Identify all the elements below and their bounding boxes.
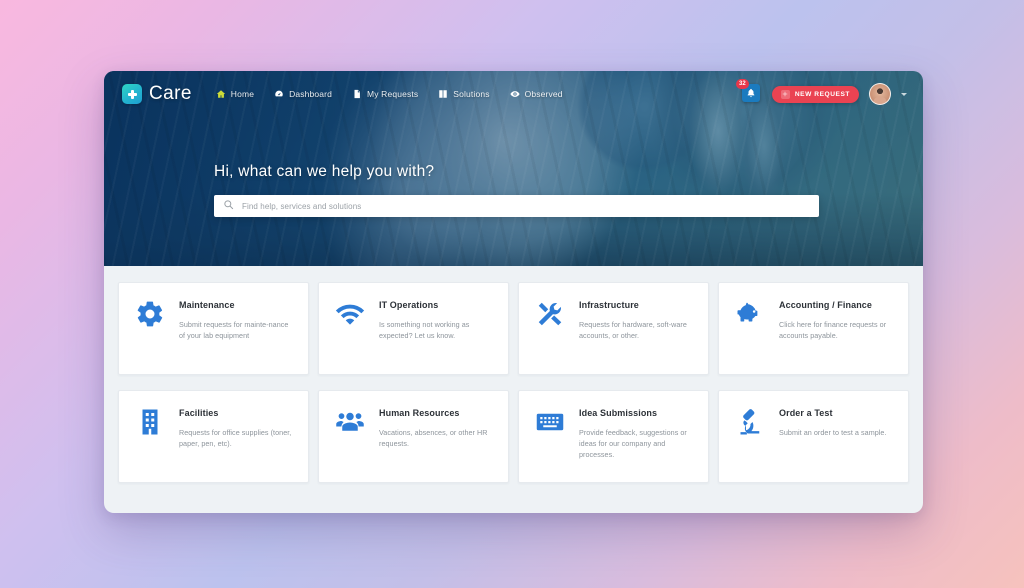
catalog-card-it-operations[interactable]: IT Operations Is something not working a… xyxy=(318,282,509,375)
app-window: Care Home Dashboard My Requests Solution… xyxy=(104,71,923,513)
brand-name: Care xyxy=(149,83,192,104)
avatar[interactable] xyxy=(869,83,891,105)
card-title: Idea Submissions xyxy=(579,408,658,418)
catalog-card-order-a-test[interactable]: Order a Test Submit an order to test a s… xyxy=(718,390,909,483)
catalog-card-facilities[interactable]: Facilities Requests for office supplies … xyxy=(118,390,309,483)
card-description: Vacations, absences, or other HR request… xyxy=(379,428,488,449)
nav-item-dashboard-label: Dashboard xyxy=(289,89,333,99)
card-title: Infrastructure xyxy=(579,300,639,310)
header-actions: 32 NEW REQUEST xyxy=(735,79,907,105)
card-description: Submit requests for mainte-nance of your… xyxy=(179,320,289,341)
catalog-card-human-resources[interactable]: Human Resources Vacations, absences, or … xyxy=(318,390,509,483)
nav-item-observed[interactable]: Observed xyxy=(510,89,563,99)
catalog-card-idea-submissions[interactable]: Idea Submissions Provide feedback, sugge… xyxy=(518,390,709,483)
card-description: Requests for hardware, soft-ware account… xyxy=(579,320,687,341)
wifi-icon xyxy=(333,299,367,333)
plus-ticket-icon xyxy=(780,89,790,99)
card-text: Accounting / Finance Click here for fina… xyxy=(779,299,894,374)
new-request-label: NEW REQUEST xyxy=(794,90,850,98)
card-description: Provide feedback, suggestions or ideas f… xyxy=(579,428,687,460)
nav-item-home[interactable]: Home xyxy=(216,89,254,99)
card-description: Submit an order to test a sample. xyxy=(779,428,887,437)
gear-icon xyxy=(133,299,167,333)
card-text: Idea Submissions Provide feedback, sugge… xyxy=(579,407,694,482)
eye-icon xyxy=(510,89,520,99)
keyboard-icon xyxy=(533,407,567,441)
home-icon xyxy=(216,89,226,99)
document-icon xyxy=(352,89,362,99)
top-navigation-bar: Care Home Dashboard My Requests Solution… xyxy=(104,71,923,117)
notifications-button[interactable]: 32 xyxy=(735,79,762,104)
nav-item-dashboard[interactable]: Dashboard xyxy=(274,89,332,99)
nav-item-my-requests[interactable]: My Requests xyxy=(352,89,418,99)
hero-banner: Care Home Dashboard My Requests Solution… xyxy=(104,71,923,266)
card-text: Order a Test Submit an order to test a s… xyxy=(779,407,894,482)
card-title: Order a Test xyxy=(779,408,833,418)
microscope-icon xyxy=(733,407,767,441)
search-input[interactable] xyxy=(242,201,810,211)
card-text: Human Resources Vacations, absences, or … xyxy=(379,407,494,482)
brand-logo[interactable]: Care xyxy=(122,83,192,105)
card-title: IT Operations xyxy=(379,300,439,310)
notification-badge: 32 xyxy=(735,79,749,89)
dashboard-icon xyxy=(274,89,284,99)
catalog-card-maintenance[interactable]: Maintenance Submit requests for mainte-n… xyxy=(118,282,309,375)
card-text: Maintenance Submit requests for mainte-n… xyxy=(179,299,294,374)
card-title: Maintenance xyxy=(179,300,235,310)
catalog-card-infrastructure[interactable]: Infrastructure Requests for hardware, so… xyxy=(518,282,709,375)
card-text: IT Operations Is something not working a… xyxy=(379,299,494,374)
card-title: Human Resources xyxy=(379,408,460,418)
card-description: Is something not working as expected? Le… xyxy=(379,320,470,341)
card-text: Infrastructure Requests for hardware, so… xyxy=(579,299,694,374)
nav-item-home-label: Home xyxy=(230,89,255,99)
catalog-card-accounting-finance[interactable]: Accounting / Finance Click here for fina… xyxy=(718,282,909,375)
page-title: Hi, what can we help you with? xyxy=(214,163,435,180)
tools-icon xyxy=(533,299,567,333)
hero-content: Hi, what can we help you with? xyxy=(104,117,923,217)
medical-cross-icon xyxy=(122,84,142,104)
card-title: Facilities xyxy=(179,408,219,418)
chevron-down-icon[interactable] xyxy=(901,92,907,96)
piggy-bank-icon xyxy=(733,299,767,333)
nav-item-observed-label: Observed xyxy=(524,89,563,99)
card-title: Accounting / Finance xyxy=(779,300,873,310)
nav-item-solutions[interactable]: Solutions xyxy=(438,89,489,99)
new-request-button[interactable]: NEW REQUEST xyxy=(771,85,859,103)
card-text: Facilities Requests for office supplies … xyxy=(179,407,294,482)
card-grid: Maintenance Submit requests for mainte-n… xyxy=(118,282,909,483)
nav-item-my-requests-label: My Requests xyxy=(367,89,419,99)
building-icon xyxy=(133,407,167,441)
card-description: Requests for office supplies (toner, pap… xyxy=(179,428,292,449)
service-catalog: Maintenance Submit requests for mainte-n… xyxy=(104,266,923,499)
nav-items: Home Dashboard My Requests Solutions Obs… xyxy=(216,89,563,99)
search-icon xyxy=(223,197,234,215)
nav-item-solutions-label: Solutions xyxy=(453,89,490,99)
people-icon xyxy=(333,407,367,441)
search-bar[interactable] xyxy=(214,195,819,217)
book-icon xyxy=(438,89,448,99)
card-description: Click here for finance requests or accou… xyxy=(779,320,887,341)
